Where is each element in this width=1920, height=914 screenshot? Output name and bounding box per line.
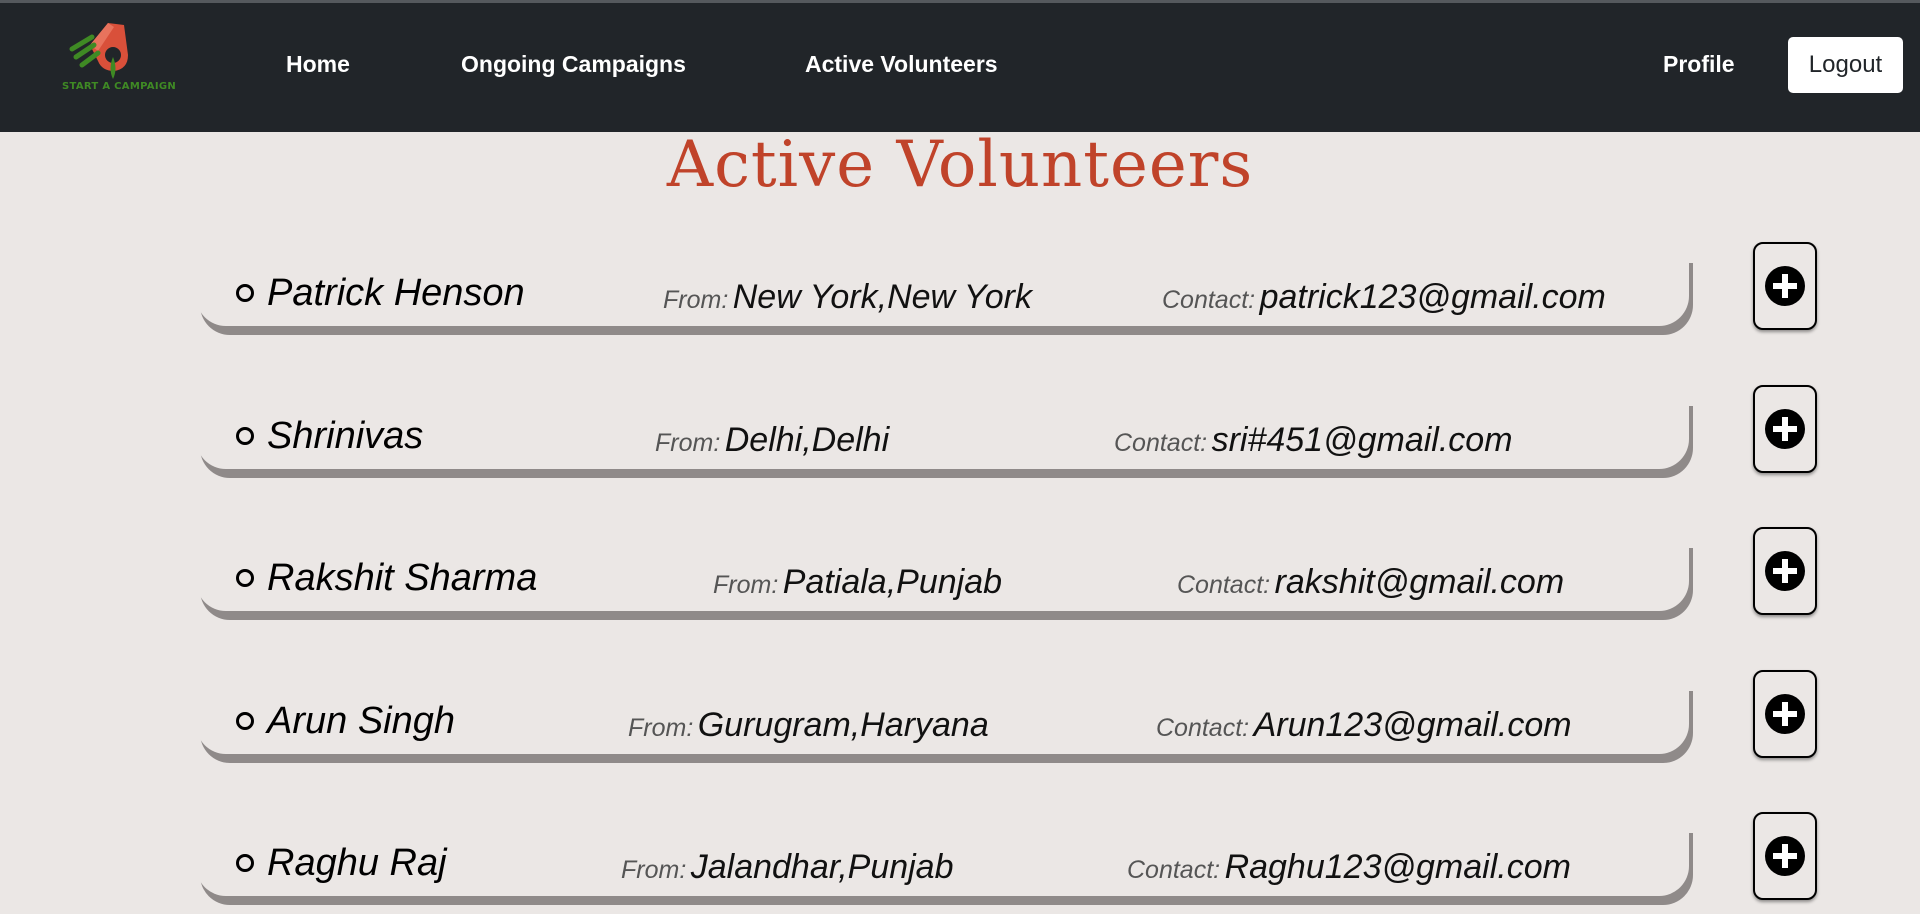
contact-value: Raghu123@gmail.com — [1224, 848, 1571, 886]
from-value: Delhi,Delhi — [724, 421, 890, 459]
volunteer-row: Rakshit Sharma From: Patiala,Punjab Cont… — [196, 527, 1821, 629]
add-volunteer-button[interactable] — [1753, 527, 1817, 615]
bullet-icon — [236, 569, 254, 587]
from-label: From: — [663, 286, 729, 314]
from-label: From: — [655, 429, 721, 457]
nav-profile-link[interactable]: Profile — [1663, 51, 1735, 78]
bullet-icon — [236, 427, 254, 445]
volunteer-from: From: Delhi,Delhi — [655, 421, 889, 460]
volunteer-name: Rakshit Sharma — [267, 557, 538, 599]
contact-value: patrick123@gmail.com — [1259, 278, 1606, 316]
volunteer-card: Patrick Henson From: New York,New York C… — [196, 254, 1689, 326]
volunteer-row: Patrick Henson From: New York,New York C… — [196, 242, 1821, 344]
from-value: New York,New York — [732, 278, 1032, 316]
logout-button[interactable]: Logout — [1788, 37, 1903, 93]
volunteer-row: Arun Singh From: Gurugram,Haryana Contac… — [196, 670, 1821, 772]
contact-label: Contact: — [1156, 714, 1250, 742]
add-volunteer-button[interactable] — [1753, 242, 1817, 330]
from-label: From: — [621, 856, 687, 884]
volunteer-card: Raghu Raj From: Jalandhar,Punjab Contact… — [196, 824, 1689, 896]
bullet-icon — [236, 712, 254, 730]
contact-label: Contact: — [1114, 429, 1208, 457]
from-value: Jalandhar,Punjab — [690, 848, 954, 886]
contact-value: Arun123@gmail.com — [1253, 706, 1572, 744]
volunteer-contact: Contact: rakshit@gmail.com — [1177, 563, 1564, 602]
volunteer-name: Raghu Raj — [267, 842, 447, 884]
plus-circle-icon — [1765, 836, 1805, 876]
volunteer-row: Raghu Raj From: Jalandhar,Punjab Contact… — [196, 812, 1821, 914]
volunteer-name: Patrick Henson — [267, 272, 525, 314]
volunteer-card: Arun Singh From: Gurugram,Haryana Contac… — [196, 682, 1689, 754]
campaign-hand-icon — [69, 23, 128, 79]
volunteer-name: Arun Singh — [267, 700, 456, 742]
volunteer-row: Shrinivas From: Delhi,Delhi Contact: sri… — [196, 385, 1821, 487]
plus-circle-icon — [1765, 694, 1805, 734]
contact-value: rakshit@gmail.com — [1274, 563, 1565, 601]
volunteer-from: From: Patiala,Punjab — [713, 563, 1002, 602]
plus-circle-icon — [1765, 266, 1805, 306]
add-volunteer-button[interactable] — [1753, 670, 1817, 758]
navbar: START A CAMPAIGN Home Ongoing Campaigns … — [0, 3, 1920, 132]
bullet-icon — [236, 854, 254, 872]
volunteer-contact: Contact: patrick123@gmail.com — [1162, 278, 1606, 317]
bullet-icon — [236, 284, 254, 302]
volunteer-contact: Contact: Arun123@gmail.com — [1156, 706, 1572, 745]
page-title: Active Volunteers — [666, 128, 1254, 202]
plus-circle-icon — [1765, 409, 1805, 449]
volunteer-contact: Contact: sri#451@gmail.com — [1114, 421, 1513, 460]
nav-active-volunteers-link[interactable]: Active Volunteers — [805, 51, 998, 78]
from-label: From: — [713, 571, 779, 599]
contact-label: Contact: — [1162, 286, 1256, 314]
volunteer-from: From: New York,New York — [663, 278, 1032, 317]
volunteer-card: Shrinivas From: Delhi,Delhi Contact: sri… — [196, 397, 1689, 469]
volunteer-from: From: Gurugram,Haryana — [628, 706, 989, 745]
nav-ongoing-campaigns-link[interactable]: Ongoing Campaigns — [461, 51, 686, 78]
volunteer-card: Rakshit Sharma From: Patiala,Punjab Cont… — [196, 539, 1689, 611]
volunteer-name: Shrinivas — [267, 415, 424, 457]
from-value: Patiala,Punjab — [782, 563, 1003, 601]
add-volunteer-button[interactable] — [1753, 385, 1817, 473]
contact-label: Contact: — [1127, 856, 1221, 884]
plus-circle-icon — [1765, 551, 1805, 591]
contact-label: Contact: — [1177, 571, 1271, 599]
logo[interactable]: START A CAMPAIGN — [58, 17, 177, 105]
logo-text: START A CAMPAIGN — [62, 81, 177, 92]
contact-value: sri#451@gmail.com — [1211, 421, 1513, 459]
add-volunteer-button[interactable] — [1753, 812, 1817, 900]
from-value: Gurugram,Haryana — [697, 706, 989, 744]
nav-home-link[interactable]: Home — [286, 51, 350, 78]
from-label: From: — [628, 714, 694, 742]
